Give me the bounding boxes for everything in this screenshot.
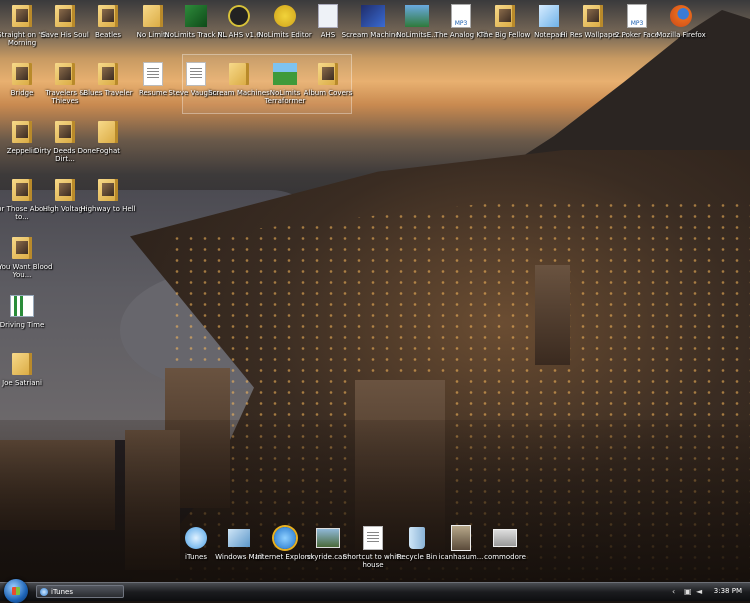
volume-icon[interactable]: ◄ [696, 587, 705, 596]
image-file-icon [451, 525, 471, 551]
folder-icon [12, 237, 32, 259]
desktop-icon-album-covers[interactable]: Album Covers [292, 60, 364, 97]
itunes-icon [40, 588, 48, 596]
spreadsheet-icon [10, 295, 34, 317]
folder-icon [98, 179, 118, 201]
image-file-icon [493, 529, 517, 547]
mp3-file-icon: MP3 [627, 4, 647, 28]
recycle-bin-icon [409, 527, 425, 549]
taskbar-button-itunes[interactable]: iTunes [36, 585, 124, 598]
icon-label: Joe Satriani [2, 379, 42, 387]
wallpaper-tower [535, 265, 570, 365]
network-icon[interactable]: ▣ [684, 587, 693, 596]
folder-icon [318, 63, 338, 85]
icon-label: If You Want Blood You... [0, 263, 53, 279]
desktop-icon-joe-satriani[interactable]: Joe Satriani [0, 350, 58, 387]
folder-icon [583, 5, 603, 27]
notepad-icon [539, 5, 559, 27]
folder-icon [98, 63, 118, 85]
folder-icon [98, 5, 118, 27]
desktop-icon-commodore[interactable]: commodore [469, 524, 541, 561]
taskbar: iTunes ‹ ▣ ◄ 3:38 PM [0, 579, 750, 603]
icon-label: Mozilla Firefox [656, 31, 706, 39]
folder-icon [12, 353, 32, 375]
folder-icon [495, 5, 515, 27]
taskbar-button-label: iTunes [51, 588, 73, 596]
icon-label: Highway to Hell [80, 205, 136, 213]
folder-icon [229, 63, 249, 85]
shortcut-icon [363, 526, 383, 550]
clock[interactable]: 3:38 PM [714, 584, 742, 599]
desktop-icon-if-you-want-blood[interactable]: If You Want Blood You... [0, 234, 58, 279]
icon-label: commodore [484, 553, 526, 561]
start-button[interactable] [4, 579, 28, 603]
mp3-file-icon: MP3 [451, 4, 471, 28]
icon-label: Album Covers [303, 89, 353, 97]
desktop-icon-highway-to-hell[interactable]: Highway to Hell [72, 176, 144, 213]
desktop-icon-driving-time[interactable]: Driving Time [0, 292, 58, 329]
chevron-left-icon[interactable]: ‹ [672, 587, 681, 596]
icon-label: Foghat [96, 147, 120, 155]
icon-label: Driving Time [0, 321, 45, 329]
desktop-icon-mozilla-firefox[interactable]: Mozilla Firefox [645, 2, 717, 39]
firefox-icon [670, 5, 692, 27]
desktop-icon-foghat[interactable]: Foghat [72, 118, 144, 155]
mail-icon [228, 529, 250, 547]
system-tray: ‹ ▣ ◄ 3:38 PM [672, 584, 750, 599]
ahs-icon [228, 5, 250, 27]
settings-file-icon [318, 4, 338, 28]
folder-icon [98, 121, 118, 143]
